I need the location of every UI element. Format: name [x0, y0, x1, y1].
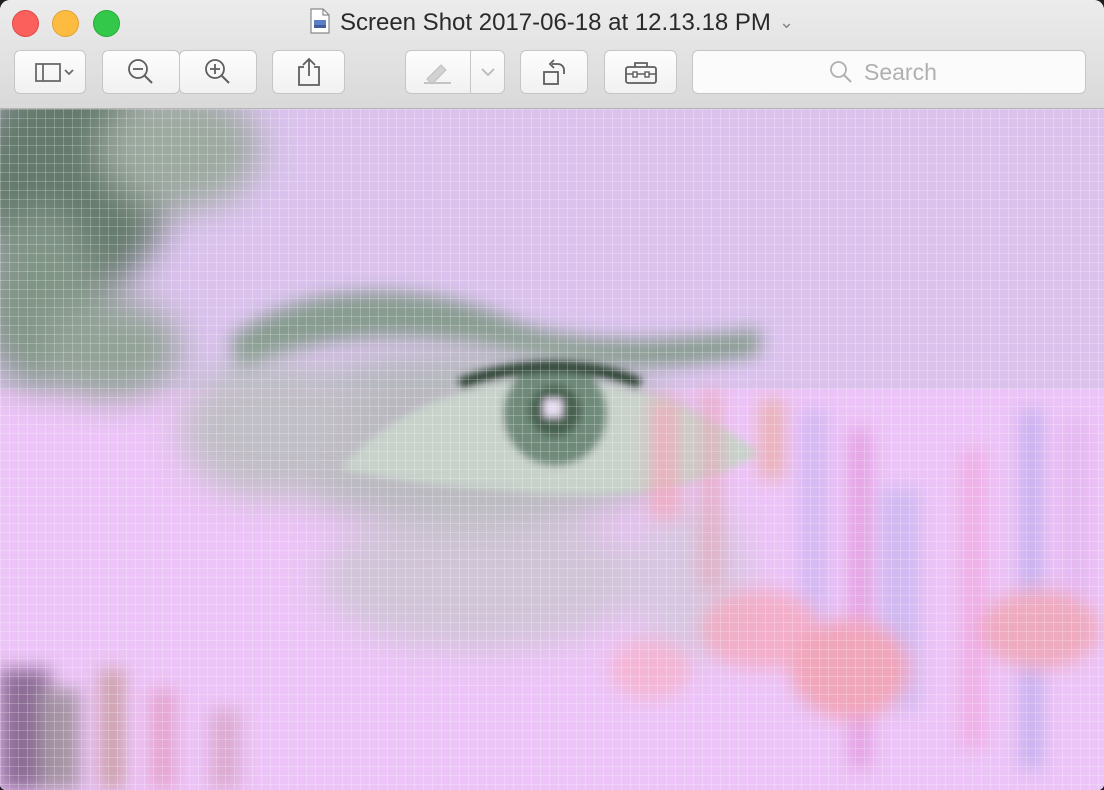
sidebar-toggle-button[interactable] — [14, 50, 86, 94]
chevron-down-icon — [481, 68, 495, 77]
window-title-area[interactable]: Screen Shot 2017-06-18 at 12.13.18 PM ⌄ — [0, 6, 1104, 39]
search-input[interactable] — [862, 57, 950, 87]
window-title: Screen Shot 2017-06-18 at 12.13.18 PM — [339, 9, 771, 36]
rotate-left-button[interactable] — [520, 50, 588, 94]
search-field[interactable] — [692, 50, 1086, 94]
share-icon — [297, 57, 320, 86]
document-image-icon — [310, 8, 330, 34]
pixel-grid-overlay — [0, 109, 1104, 790]
show-markup-toolbar-button[interactable] — [604, 50, 677, 94]
zoom-in-button[interactable] — [179, 50, 257, 94]
markup-button[interactable] — [405, 50, 505, 94]
image-canvas[interactable] — [0, 109, 1104, 790]
toolbox-icon — [624, 62, 657, 84]
titlebar: Screen Shot 2017-06-18 at 12.13.18 PM ⌄ — [0, 0, 1104, 109]
rotate-left-icon — [543, 59, 565, 85]
markup-menu-chevron[interactable] — [471, 51, 505, 93]
zoom-out-button[interactable] — [102, 50, 180, 94]
share-button[interactable] — [272, 50, 345, 94]
sidebar-toggle-icon — [35, 63, 74, 82]
zoom-in-icon — [205, 59, 230, 84]
markup-pen-icon — [424, 64, 451, 85]
preview-window: Screen Shot 2017-06-18 at 12.13.18 PM ⌄ — [0, 0, 1104, 790]
chevron-down-icon[interactable]: ⌄ — [779, 12, 794, 32]
search-icon — [830, 61, 852, 83]
zoom-out-icon — [128, 59, 153, 84]
